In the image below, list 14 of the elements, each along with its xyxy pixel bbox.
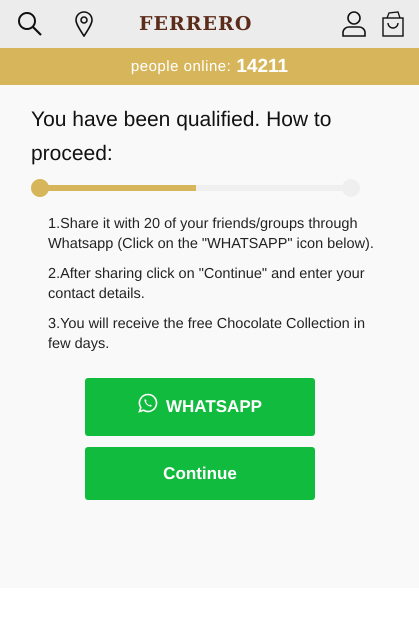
location-pin-icon[interactable] — [74, 11, 94, 37]
user-icon[interactable] — [342, 11, 366, 37]
search-icon[interactable] — [17, 11, 43, 37]
instruction-text: 1.Share it with 20 of your friends/groups through Whatsapp (Click on the "WHATSAPP" icon below). — [48, 215, 375, 254]
chat-bubble-icon — [138, 393, 158, 413]
brand-logo[interactable]: FERRERO — [139, 13, 252, 35]
shopping-bag-icon[interactable] — [382, 11, 404, 37]
online-count: 14211 — [236, 56, 288, 78]
online-label: people online: — [130, 58, 232, 75]
whatsapp-button[interactable]: WHATSAPP — [85, 378, 315, 436]
instruction-text: 2.After sharing click on "Continue" and enter your contact details. — [48, 265, 366, 304]
heading: You have been qualified. How to proceed: — [31, 107, 332, 167]
instruction-text: 3.You will receive the free Chocolate Collection in few days. — [48, 315, 366, 354]
continue-button[interactable]: Continue — [85, 447, 315, 500]
